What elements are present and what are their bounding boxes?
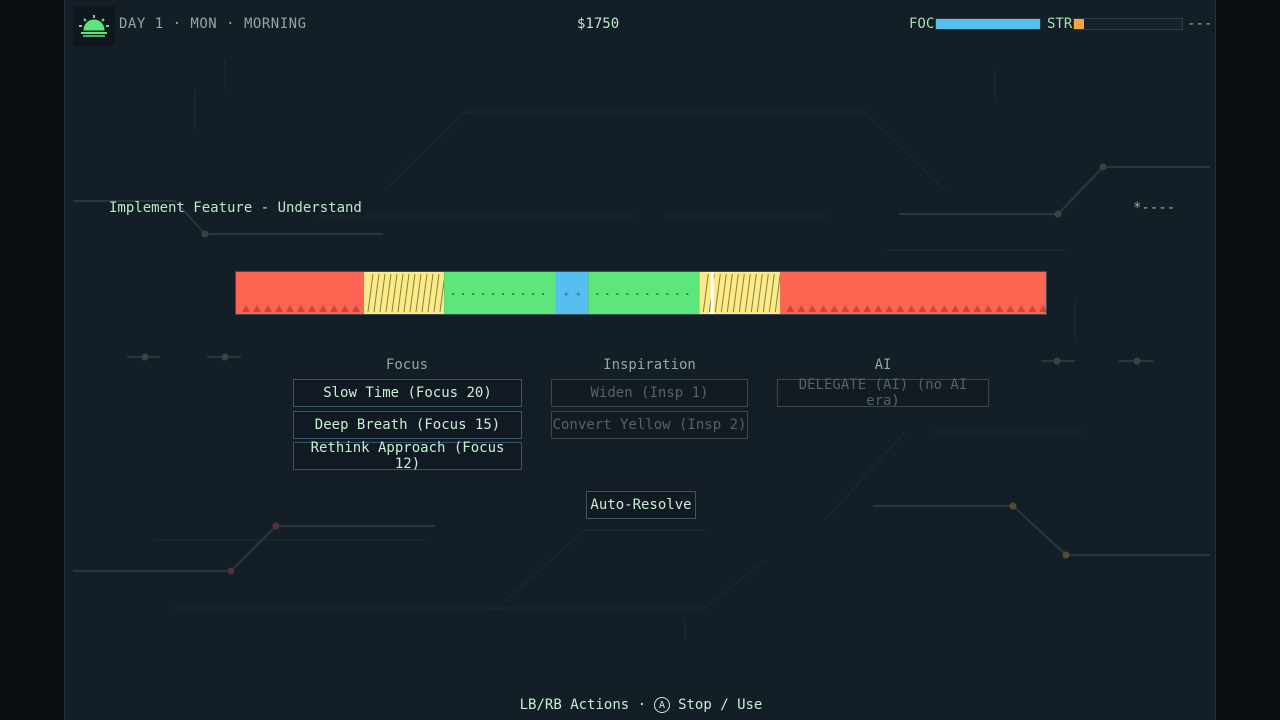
day-label: DAY 1 · MON · MORNING xyxy=(119,16,307,32)
good-zone-dot xyxy=(492,293,495,295)
right-letterbox xyxy=(1216,0,1280,720)
good-zone-dot xyxy=(676,293,679,295)
good-zone-dot xyxy=(472,293,475,295)
focus-meter xyxy=(935,18,1041,30)
column-title-inspiration: Inspiration xyxy=(603,357,696,373)
auto-resolve-button[interactable]: Auto-Resolve xyxy=(586,491,696,519)
timing-zone-perfect xyxy=(555,272,589,314)
a-button-icon: A xyxy=(654,697,671,713)
column-title-ai: AI xyxy=(874,357,892,373)
good-zone-dot xyxy=(452,293,455,295)
good-zone-dot xyxy=(686,293,689,295)
timing-bar-graphic: + + xyxy=(236,272,1046,314)
game-screen: DAY 1 · MON · MORNING $1750 FOC STR --- … xyxy=(64,0,1216,720)
left-letterbox xyxy=(0,0,64,720)
timing-zone-fail xyxy=(780,272,1046,314)
stress-label: STR xyxy=(1047,16,1073,32)
stress-meter-fill xyxy=(1074,19,1084,29)
good-zone-dot xyxy=(522,293,525,295)
timing-bar[interactable]: + + xyxy=(235,271,1047,315)
focus-meter-fill xyxy=(936,19,1040,29)
hud-right-marker: --- xyxy=(1187,16,1213,32)
good-zone-dot xyxy=(626,293,629,295)
good-zone-dot xyxy=(482,293,485,295)
perfect-zone-mark: + xyxy=(575,290,581,300)
perfect-zone-mark: + xyxy=(563,290,569,300)
good-zone-dot xyxy=(646,293,649,295)
timing-zone-good xyxy=(444,272,556,314)
good-zone-dot xyxy=(542,293,545,295)
column-title-focus: Focus xyxy=(385,357,429,373)
controls-hint: LB/RB Actions · A Stop / Use xyxy=(65,697,1215,713)
convert-yellow-button[interactable]: Convert Yellow (Insp 2) xyxy=(551,411,748,439)
good-zone-dot xyxy=(616,293,619,295)
timing-cursor xyxy=(710,272,714,314)
good-zone-dot xyxy=(636,293,639,295)
good-zone-dot xyxy=(532,293,535,295)
time-of-day-indicator xyxy=(73,6,115,46)
good-zone-dot xyxy=(462,293,465,295)
good-zone-dot xyxy=(596,293,599,295)
good-zone-dot xyxy=(512,293,515,295)
actions-hint: LB/RB Actions · xyxy=(519,697,647,713)
rethink-approach-button[interactable]: Rethink Approach (Focus 12) xyxy=(293,440,522,472)
sunrise-icon xyxy=(79,15,109,37)
stress-meter xyxy=(1073,18,1183,30)
good-zone-dot xyxy=(656,293,659,295)
good-zone-dot xyxy=(606,293,609,295)
task-title: Implement Feature - Understand xyxy=(109,200,362,216)
widen-button[interactable]: Widen (Insp 1) xyxy=(551,379,748,407)
good-zone-dot xyxy=(666,293,669,295)
good-zone-dot xyxy=(502,293,505,295)
delegate-ai-button[interactable]: DELEGATE (AI) (no AI era) xyxy=(777,377,989,409)
task-progress-marker: *---- xyxy=(1133,200,1176,216)
deep-breath-button[interactable]: Deep Breath (Focus 15) xyxy=(293,411,522,439)
money-counter: $1750 xyxy=(577,16,620,32)
focus-label: FOC xyxy=(909,16,935,32)
slow-time-button[interactable]: Slow Time (Focus 20) xyxy=(293,379,522,407)
stop-use-hint: Stop / Use xyxy=(678,697,763,713)
timing-zone-good xyxy=(588,272,700,314)
